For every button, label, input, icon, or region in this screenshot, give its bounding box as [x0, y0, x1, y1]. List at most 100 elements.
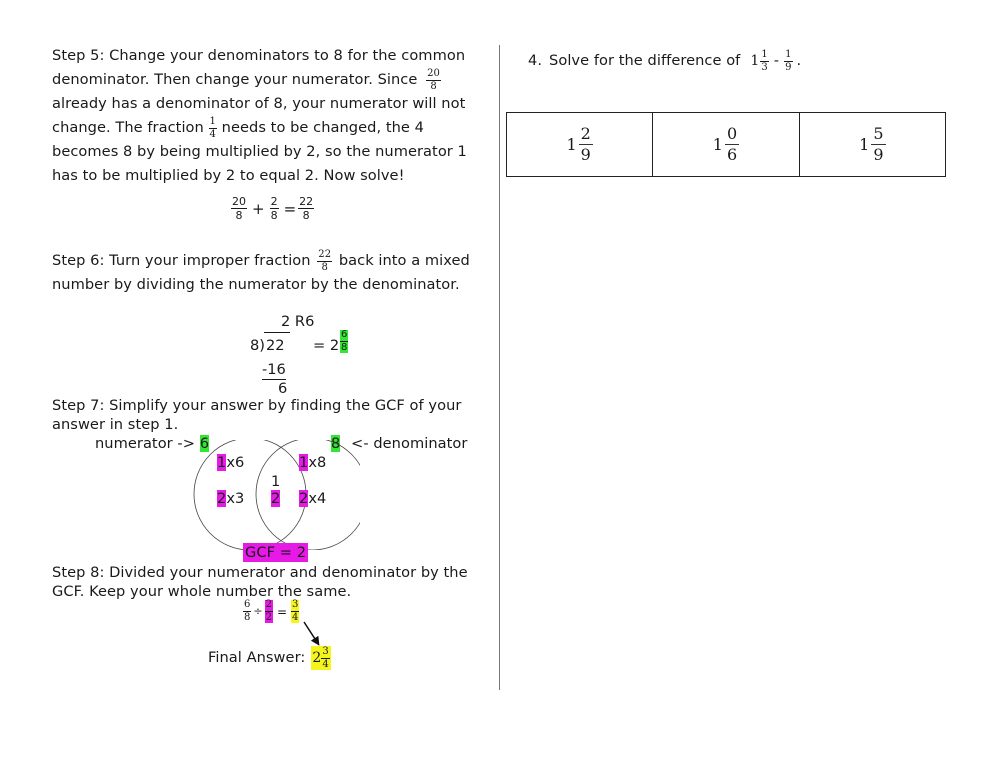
eq-fraction-3-4: 3 4: [291, 599, 300, 623]
plus-sign: +: [252, 199, 265, 218]
factor-rest: x3: [226, 490, 245, 507]
eq-fraction-2-2: 2 2: [264, 599, 273, 623]
common-factor-2: 2: [271, 490, 281, 507]
step7-text: Step 7: Simplify your answer by finding …: [52, 396, 461, 434]
answer-choice-3[interactable]: 1 5 9: [798, 112, 947, 177]
frac-num: 6: [243, 599, 252, 612]
answer-choice-2[interactable]: 1 0 6: [652, 112, 800, 177]
eq-fraction-20-8: 20 8: [231, 196, 247, 221]
frac-num: 1: [760, 48, 769, 62]
frac-den: 4: [209, 128, 216, 140]
step6-text: Step 6: Turn your improper fraction 22 8…: [52, 249, 470, 297]
frac-den: 4: [292, 612, 299, 623]
division-remainder: 6: [278, 380, 288, 397]
fraction-22-8: 22 8: [317, 248, 333, 273]
frac-num: 6: [340, 329, 349, 342]
step5-line2: denominator. Then change your numerator.…: [52, 68, 467, 92]
divide-sign: ÷: [253, 605, 263, 618]
step5-line4-pre: change. The fraction: [52, 119, 204, 136]
frac-den: 8: [270, 209, 278, 222]
venn-left-item-2: 2x3: [217, 487, 244, 511]
frac-den: 9: [580, 145, 591, 164]
eq-fraction-22-8: 22 8: [298, 195, 315, 222]
venn-circle-left: [193, 440, 307, 550]
step8-line2: GCF. Keep your whole number the same.: [52, 583, 352, 600]
step5-line5: becomes 8 by being multiplied by 2, so t…: [52, 143, 467, 160]
step5-line3: already has a denominator of 8, your num…: [52, 95, 466, 112]
frac-num: 2: [264, 599, 273, 612]
fraction-1-4: 1 4: [208, 115, 217, 140]
division-divisor: 8): [250, 337, 265, 354]
frac-den: 9: [785, 61, 792, 73]
eq-fraction-2-8: 2 8: [269, 195, 279, 222]
step5-line1: Step 5: Change your denominators to 8 fo…: [52, 47, 466, 64]
frac-den: 4: [322, 658, 329, 670]
division-dividend: 22: [266, 337, 285, 354]
frac-num: 22: [298, 195, 315, 209]
step5-line6: has to be multiplied by 2 to equal 2. No…: [52, 167, 405, 184]
mixed-number: 1 0 6: [713, 124, 740, 164]
frac-den: 3: [761, 61, 768, 73]
question-period: .: [796, 52, 802, 69]
long-division: 2 R6 8) 22 = 2 6 8 -16 6: [250, 313, 370, 398]
question-whole: 1: [750, 53, 760, 69]
answer-choice-1[interactable]: 1 2 9: [505, 112, 654, 177]
final-answer-value: 2 3 4: [311, 646, 331, 670]
eq-fraction-6-8: 6 8: [243, 599, 252, 623]
factor-highlight: 2: [217, 490, 227, 507]
numerator-label: numerator ->: [95, 435, 196, 452]
venn-left-item-1: 1x6: [217, 451, 244, 475]
step7-line1: Step 7: Simplify your answer by finding …: [52, 397, 462, 414]
choice-fraction: 2 9: [578, 126, 593, 164]
mixed-number: 1 5 9: [859, 126, 886, 164]
frac-num: 1: [208, 115, 217, 129]
step5-text: Step 5: Change your denominators to 8 fo…: [52, 44, 467, 188]
choice-fraction: 0 6: [724, 124, 740, 164]
division-subtract: -16: [262, 361, 286, 380]
division-bar: [264, 332, 290, 333]
frac-den: 8: [302, 209, 310, 222]
frac-den: 8: [244, 612, 251, 623]
step5-line4-post: needs to be changed, the 4: [221, 119, 424, 136]
venn-right-item-2: 2x4: [299, 487, 326, 511]
step5-line2-text: denominator. Then change your numerator.…: [52, 71, 418, 88]
column-divider: [499, 45, 500, 690]
division-result-fraction: 6 8: [340, 329, 349, 353]
final-answer-label: Final Answer:: [208, 649, 306, 666]
frac-den: 8: [341, 342, 348, 353]
factor-rest: x4: [308, 490, 327, 507]
frac-num: 0: [724, 124, 740, 145]
frac-den: 8: [235, 209, 243, 222]
frac-den: 8: [430, 80, 437, 92]
step5-equation: 20 8 + 2 8 = 22 8: [231, 195, 315, 222]
venn-right-item-1: 1x8: [299, 451, 326, 475]
frac-num: 20: [231, 195, 247, 209]
frac-den: 9: [873, 145, 884, 164]
question-4: 4. Solve for the difference of 1 1 3 - 1…: [528, 49, 801, 73]
choice-whole: 1: [859, 135, 870, 154]
frac-den: 6: [726, 145, 738, 164]
frac-den: 8: [321, 261, 328, 273]
division-quotient: 2 R6: [281, 313, 315, 330]
frac-den: 2: [265, 612, 272, 623]
answer-choices: 1 2 9 1 0 6 1 5 9: [505, 112, 947, 177]
step8-equation: 6 8 ÷ 2 2 = 3 4: [243, 599, 300, 623]
frac-num: 3: [291, 599, 300, 612]
step8-text: Step 8: Divided your numerator and denom…: [52, 563, 468, 601]
question-fraction-1-3: 1 3: [760, 48, 769, 73]
choice-fraction: 5 9: [871, 126, 886, 164]
question-number: 4.: [528, 52, 543, 69]
question-text: Solve for the difference of: [549, 52, 741, 69]
minus-sign: -: [773, 52, 780, 69]
choice-whole: 1: [566, 135, 577, 154]
final-fraction: 3 4: [321, 646, 330, 670]
factor-rest: x8: [308, 454, 327, 471]
factor-rest: x6: [226, 454, 245, 471]
step8-line1: Step 8: Divided your numerator and denom…: [52, 564, 468, 581]
step6-line2: number by dividing the numerator by the …: [52, 276, 460, 293]
frac-num: 22: [317, 248, 333, 262]
final-whole: 2: [312, 650, 322, 666]
answer-choices-row: 1 2 9 1 0 6 1 5 9: [505, 112, 947, 177]
mixed-number: 1 2 9: [566, 126, 593, 164]
frac-num: 2: [269, 195, 279, 209]
